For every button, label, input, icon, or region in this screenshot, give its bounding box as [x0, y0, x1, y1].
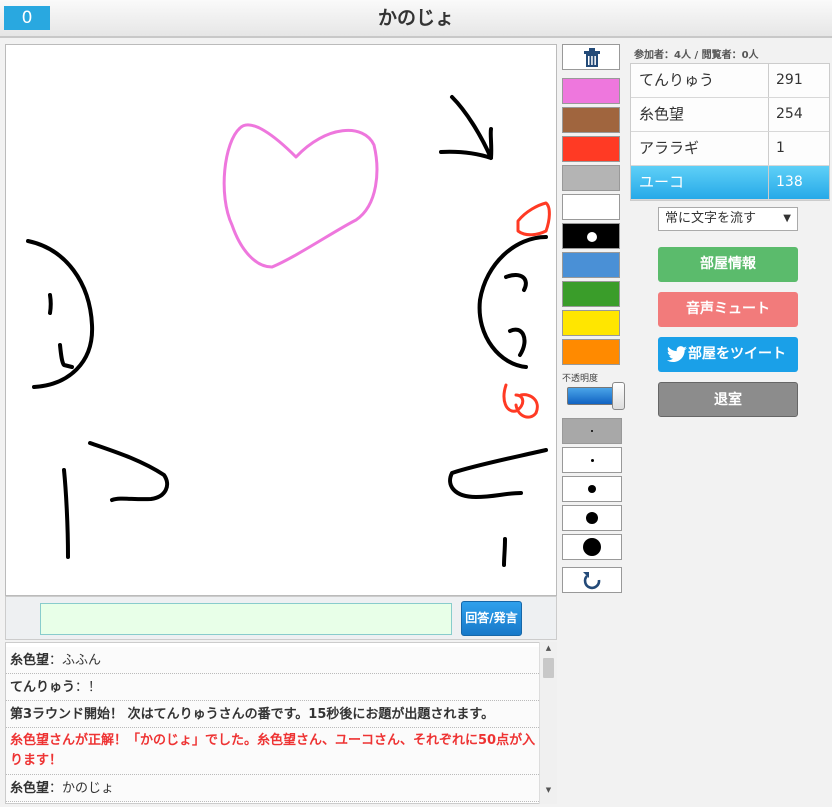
chat-message: 糸色望：ふふん: [6, 647, 541, 674]
scroll-up-icon[interactable]: ▲: [540, 644, 557, 656]
trash-icon: [584, 48, 600, 67]
brush-size-button[interactable]: [562, 534, 622, 560]
chat-message: 第3ラウンド開始！ 次はてんりゅうさんの番です。15秒後にお題が出題されます。: [6, 701, 541, 728]
opacity-label: 不透明度: [562, 374, 599, 384]
drawn-arrow-stroke: [439, 95, 494, 160]
color-swatch[interactable]: [562, 310, 620, 336]
player-row: ユーコ 138: [631, 166, 829, 200]
color-swatch[interactable]: [562, 78, 620, 104]
color-swatch[interactable]: [562, 107, 620, 133]
selected-color-dot: [587, 232, 597, 242]
opacity-slider-handle[interactable]: [612, 382, 625, 410]
tweet-room-button[interactable]: 部屋をツイート: [658, 337, 798, 372]
player-row: てんりゅう 291: [631, 64, 829, 98]
chat-message-text: ：！: [75, 680, 102, 695]
clear-canvas-button[interactable]: [562, 44, 620, 70]
brush-size-button[interactable]: [562, 447, 622, 473]
room-info-button[interactable]: 部屋情報: [658, 247, 798, 282]
brush-size-dot: [588, 485, 596, 493]
brush-size-button[interactable]: [562, 418, 622, 444]
chat-message-text: 第3ラウンド開始！ 次はてんりゅうさんの番です。15秒後にお題が出題されます。: [10, 707, 495, 722]
drawn-left-eye-stroke: [48, 293, 53, 315]
brush-size-dot: [583, 538, 601, 556]
player-row: アララギ 1: [631, 132, 829, 166]
undo-icon: [583, 572, 601, 590]
brush-size-dot: [586, 512, 598, 524]
player-score: 1: [768, 132, 830, 165]
text-stream-select-value: 常に文字を流す: [665, 211, 757, 226]
drawn-right-arm-stroke: [448, 448, 548, 499]
color-swatch[interactable]: [562, 252, 620, 278]
undo-button[interactable]: [562, 567, 622, 593]
chat-message: てんりゅう：！: [6, 674, 541, 701]
player-row: 糸色望 254: [631, 98, 829, 132]
brush-size-dot: [590, 458, 594, 462]
drawn-red-scribble-stroke: [502, 383, 539, 419]
player-name: てんりゅう: [639, 71, 715, 89]
color-swatch[interactable]: [562, 165, 620, 191]
player-name: 糸色望: [639, 105, 685, 123]
chat-message-author: 糸色望: [10, 653, 50, 668]
drawn-left-head-stroke: [26, 239, 95, 389]
participants-count: 参加者：4人 / 閲覧者：0人: [634, 50, 759, 61]
chat-message-text: 糸色望さんが正解！「かのじょ」でした。糸色望さん、ユーコさん、それぞれに50点が…: [10, 733, 536, 768]
color-swatch[interactable]: [562, 136, 620, 162]
drawn-heart-stroke: [222, 123, 379, 269]
brush-size-dot: [591, 430, 593, 432]
color-swatch[interactable]: [562, 194, 620, 220]
brush-size-button[interactable]: [562, 476, 622, 502]
color-swatch[interactable]: [562, 223, 620, 249]
chat-message: 糸色望：かのじょ: [6, 775, 541, 802]
player-score: 291: [768, 64, 830, 97]
brush-size-button[interactable]: [562, 505, 622, 531]
chat-scrollbar[interactable]: ▲ ▼: [539, 642, 557, 804]
drawn-right-face-stroke: [504, 272, 528, 357]
chat-message-text: ：ふふん: [49, 653, 102, 668]
drawn-right-body-stroke: [502, 537, 507, 567]
chat-message-author: てんりゅう: [10, 680, 76, 695]
twitter-icon: [666, 346, 687, 363]
chat-message-text: ：かのじょ: [49, 781, 115, 796]
leave-room-button[interactable]: 退室: [658, 382, 798, 417]
drawn-left-arm-stroke: [88, 441, 170, 502]
answer-submit-button[interactable]: 回答/発言: [461, 601, 522, 636]
player-score: 138: [768, 166, 830, 199]
chat-message: 糸色望さんが正解！「かのじょ」でした。糸色望さん、ユーコさん、それぞれに50点が…: [6, 728, 541, 775]
drawing-canvas[interactable]: [5, 44, 557, 596]
drawn-bow-stroke: [516, 201, 551, 237]
player-name: ユーコ: [639, 173, 685, 191]
score-table: てんりゅう 291 糸色望 254 アララギ 1 ユーコ 138: [630, 63, 830, 201]
drawn-left-mouth-stroke: [58, 343, 74, 369]
scroll-thumb[interactable]: [543, 658, 554, 678]
text-stream-select[interactable]: 常に文字を流す ▼: [658, 207, 798, 231]
top-bar: かのじょ 0: [0, 0, 832, 38]
scroll-down-icon[interactable]: ▼: [540, 786, 557, 798]
current-word: かのじょ: [377, 7, 454, 29]
player-name: アララギ: [639, 139, 700, 157]
chat-log[interactable]: 糸色望：ふふん てんりゅう：！ 第3ラウンド開始！ 次はてんりゅうさんの番です。15…: [5, 642, 557, 804]
chevron-down-icon: ▼: [783, 213, 791, 224]
timer-badge: 0: [4, 6, 50, 30]
color-swatch[interactable]: [562, 339, 620, 365]
answer-input[interactable]: [40, 603, 452, 635]
player-score: 254: [768, 98, 830, 131]
chat-message-author: 糸色望: [10, 781, 50, 796]
mute-button[interactable]: 音声ミュート: [658, 292, 798, 327]
drawn-right-head-stroke: [477, 235, 548, 369]
color-swatch[interactable]: [562, 281, 620, 307]
drawn-left-body-stroke: [62, 468, 70, 559]
